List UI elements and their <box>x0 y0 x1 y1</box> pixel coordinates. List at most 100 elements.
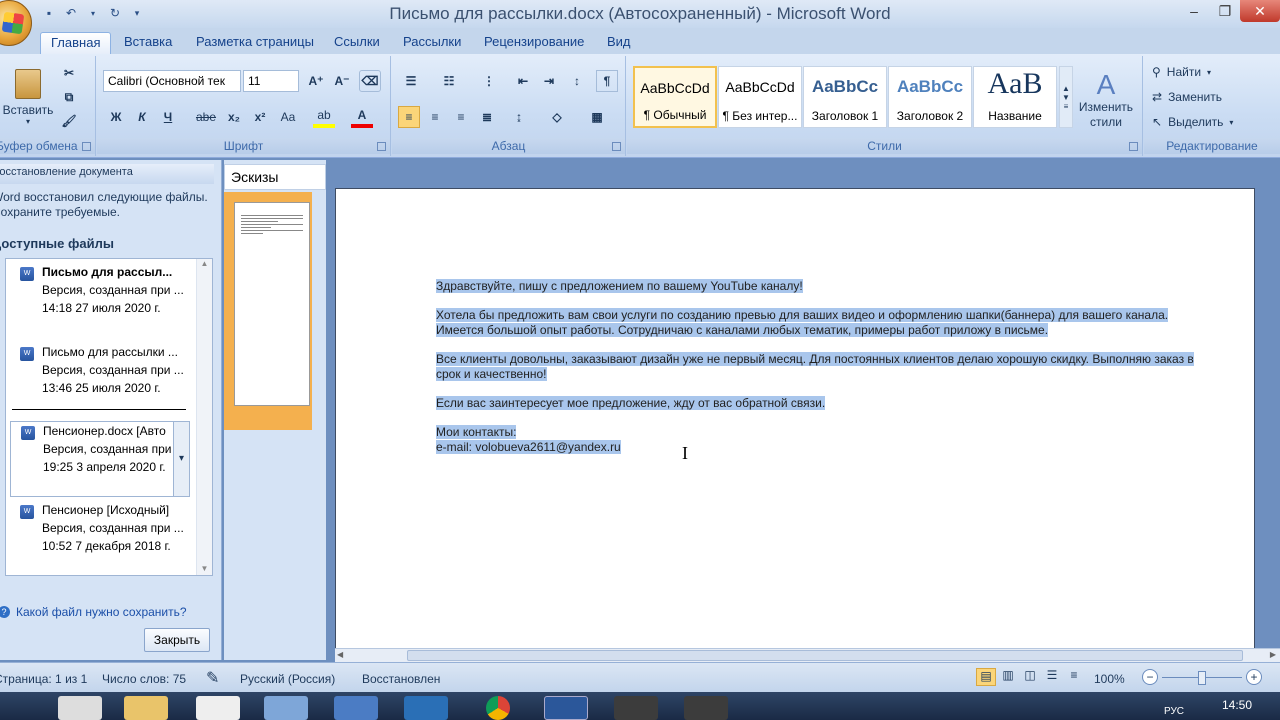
numbering-icon[interactable]: ☷ <box>438 70 460 92</box>
scroll-down-icon[interactable]: ▼ <box>1062 93 1070 102</box>
language-status[interactable]: Русский (Россия) <box>240 672 335 686</box>
justify-icon[interactable]: ≣ <box>476 106 498 128</box>
word-count[interactable]: Число слов: 75 <box>102 672 186 686</box>
clipboard-launcher-icon[interactable] <box>82 142 91 151</box>
recovery-file-item[interactable]: W Письмо для рассылки ... Версия, создан… <box>10 343 190 413</box>
font-size-select[interactable]: 11 <box>243 70 299 92</box>
scroll-up-icon[interactable]: ▲ <box>197 259 212 268</box>
paste-button[interactable]: Вставить ▾ <box>2 62 54 132</box>
full-screen-reading-icon[interactable]: ▥ <box>998 668 1018 686</box>
zoom-thumb[interactable] <box>1198 671 1206 685</box>
tab-references[interactable]: Ссылки <box>324 32 390 54</box>
copy-icon[interactable]: ⧉ <box>58 86 80 108</box>
minimize-button[interactable]: – <box>1176 0 1212 22</box>
file-icon[interactable] <box>58 696 102 720</box>
tab-view[interactable]: Вид <box>597 32 641 54</box>
document-icon[interactable] <box>196 696 240 720</box>
file-menu-dropdown-icon[interactable]: ▾ <box>173 422 189 496</box>
multilevel-list-icon[interactable]: ⋮ <box>478 70 500 92</box>
thumbnail-selected-area[interactable] <box>224 192 312 430</box>
font-color-button[interactable]: A <box>351 106 373 128</box>
clear-formatting-icon[interactable]: ⌫ <box>359 70 381 92</box>
style-title[interactable]: AaB Название <box>973 66 1057 128</box>
scroll-left-icon[interactable]: ◀ <box>337 650 343 659</box>
horizontal-scrollbar[interactable]: ◀ ▶ <box>335 648 1280 662</box>
superscript-button[interactable]: x² <box>249 106 271 128</box>
align-left-icon[interactable]: ≡ <box>398 106 420 128</box>
clock[interactable]: 14:50 <box>1222 698 1252 712</box>
align-center-icon[interactable]: ≡ <box>424 106 446 128</box>
format-painter-icon[interactable]: 🖌 <box>58 110 80 132</box>
recovery-file-item[interactable]: W Пенсионер.docx [Авто Версия, созданная… <box>10 421 190 497</box>
font-launcher-icon[interactable] <box>377 142 386 151</box>
lenovo-icon[interactable] <box>404 696 448 720</box>
tab-page-layout[interactable]: Разметка страницы <box>186 32 324 54</box>
scroll-up-icon[interactable]: ▲ <box>1062 84 1070 93</box>
page-count[interactable]: Страница: 1 из 1 <box>0 672 87 686</box>
app-icon[interactable] <box>684 696 728 720</box>
scroll-right-icon[interactable]: ▶ <box>1270 650 1276 659</box>
tab-mailings[interactable]: Рассылки <box>393 32 471 54</box>
line-spacing-icon[interactable]: ↨ <box>508 106 530 128</box>
style-no-spacing[interactable]: AaBbCcDd ¶ Без интер... <box>718 66 802 128</box>
replace-button[interactable]: ⇄ Заменить <box>1152 87 1222 107</box>
bold-button[interactable]: Ж <box>105 106 127 128</box>
find-button[interactable]: ⚲ Найти ▾ <box>1152 62 1211 82</box>
highlight-button[interactable]: ab <box>313 106 335 128</box>
italic-button[interactable]: К <box>131 106 153 128</box>
zoom-in-icon[interactable]: + <box>1246 669 1262 685</box>
subscript-button[interactable]: x₂ <box>223 106 245 128</box>
recovery-close-button[interactable]: Закрыть <box>144 628 210 652</box>
tab-insert[interactable]: Вставка <box>114 32 182 54</box>
word-icon[interactable] <box>544 696 588 720</box>
close-button[interactable]: ✕ <box>1240 0 1280 22</box>
document-body[interactable]: Здравствуйте, пишу с предложением по ваш… <box>436 279 1196 469</box>
styles-scroll[interactable]: ▲ ▼ ≡ <box>1059 66 1073 128</box>
more-styles-icon[interactable]: ≡ <box>1064 102 1069 111</box>
select-button[interactable]: ↖ Выделить ▾ <box>1152 112 1233 132</box>
increase-indent-icon[interactable]: ⇥ <box>538 70 560 92</box>
page-thumbnail[interactable] <box>234 202 310 406</box>
app-icon[interactable] <box>614 696 658 720</box>
bullets-icon[interactable]: ☰ <box>400 70 422 92</box>
chrome-icon[interactable] <box>486 696 510 720</box>
keyboard-language[interactable]: РУС <box>1164 706 1184 717</box>
tab-home[interactable]: Главная <box>40 32 112 54</box>
recovery-help-link[interactable]: ? Какой файл нужно сохранить? <box>0 605 187 619</box>
change-styles-button[interactable]: A Изменить стили <box>1073 62 1139 138</box>
zoom-slider[interactable]: − + <box>1142 669 1262 685</box>
paragraph-launcher-icon[interactable] <box>612 142 621 151</box>
draft-view-icon[interactable]: ≡ <box>1064 668 1084 686</box>
web-layout-icon[interactable]: ◫ <box>1020 668 1040 686</box>
outline-view-icon[interactable]: ☰ <box>1042 668 1062 686</box>
style-heading-1[interactable]: AaBbCc Заголовок 1 <box>803 66 887 128</box>
print-layout-view-icon[interactable]: ▤ <box>976 668 996 686</box>
mail-icon[interactable] <box>334 696 378 720</box>
sort-icon[interactable]: ↕ <box>566 70 588 92</box>
styles-launcher-icon[interactable] <box>1129 142 1138 151</box>
show-marks-button[interactable]: ¶ <box>596 70 618 92</box>
align-right-icon[interactable]: ≡ <box>450 106 472 128</box>
tab-review[interactable]: Рецензирование <box>474 32 594 54</box>
maximize-button[interactable]: ❐ <box>1212 0 1238 22</box>
style-heading-2[interactable]: AaBbCc Заголовок 2 <box>888 66 972 128</box>
folder-icon[interactable] <box>124 696 168 720</box>
style-normal[interactable]: AaBbCcDd ¶ Обычный <box>633 66 717 128</box>
spellcheck-icon[interactable]: ✎ <box>206 668 219 688</box>
strikethrough-button[interactable]: abe <box>195 106 217 128</box>
cut-icon[interactable]: ✂ <box>58 62 80 84</box>
shrink-font-button[interactable]: A⁻ <box>331 70 353 92</box>
scroll-thumb[interactable] <box>407 650 1243 661</box>
font-family-select[interactable]: Calibri (Основной тек <box>103 70 241 92</box>
zoom-out-icon[interactable]: − <box>1142 669 1158 685</box>
decrease-indent-icon[interactable]: ⇤ <box>512 70 534 92</box>
scroll-down-icon[interactable]: ▼ <box>197 564 212 573</box>
grow-font-button[interactable]: A⁺ <box>305 70 327 92</box>
change-case-button[interactable]: Aa <box>277 106 299 128</box>
media-player-icon[interactable] <box>264 696 308 720</box>
document-page[interactable]: Здравствуйте, пишу с предложением по ваш… <box>335 188 1255 658</box>
recovery-file-item[interactable]: W Письмо для рассыл... Версия, созданная… <box>10 263 190 333</box>
recovery-file-item[interactable]: W Пенсионер [Исходный] Версия, созданная… <box>10 501 190 571</box>
recovery-list-scrollbar[interactable]: ▲ ▼ <box>196 259 212 575</box>
shading-icon[interactable]: ◇ <box>546 106 568 128</box>
